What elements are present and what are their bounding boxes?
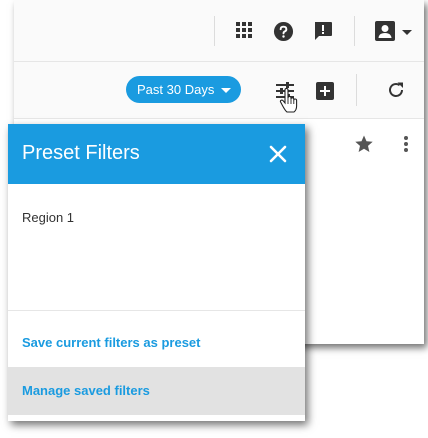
account-box-icon — [375, 21, 395, 41]
popup-divider — [8, 310, 305, 311]
header-divider — [214, 16, 215, 46]
preset-item-region-1[interactable]: Region 1 — [22, 210, 74, 225]
preset-filters-popup: Preset Filters Region 1 Save current fil… — [8, 124, 305, 421]
date-range-label: Past 30 Days — [137, 82, 215, 97]
help-circle-icon[interactable] — [272, 20, 294, 42]
apps-grid-icon[interactable] — [234, 20, 254, 40]
screenshot-stage: Past 30 Days Preset Filters Region 1 Sav… — [0, 0, 428, 438]
preset-filters-header: Preset Filters — [8, 124, 305, 184]
chevron-down-icon — [402, 29, 412, 35]
more-vert-icon[interactable] — [399, 133, 413, 155]
save-preset-link[interactable]: Save current filters as preset — [22, 335, 200, 350]
header-divider — [354, 16, 355, 46]
account-menu-button[interactable] — [372, 19, 414, 43]
toolbar-divider — [356, 74, 357, 106]
star-icon[interactable] — [353, 133, 375, 155]
popup-title: Preset Filters — [22, 142, 140, 164]
close-button[interactable] — [266, 142, 290, 166]
refresh-icon[interactable] — [385, 79, 407, 101]
chevron-down-icon — [221, 88, 232, 93]
hand-cursor-icon — [279, 87, 299, 114]
dashboard-toolbar: Past 30 Days — [14, 62, 424, 119]
manage-saved-filters-row[interactable]: Manage saved filters — [8, 367, 305, 415]
close-icon — [269, 145, 287, 163]
add-box-icon[interactable] — [314, 80, 336, 102]
manage-saved-filters-link[interactable]: Manage saved filters — [22, 383, 150, 398]
feedback-icon[interactable] — [312, 20, 334, 42]
top-header-bar — [14, 0, 424, 62]
date-range-dropdown[interactable]: Past 30 Days — [126, 76, 242, 103]
